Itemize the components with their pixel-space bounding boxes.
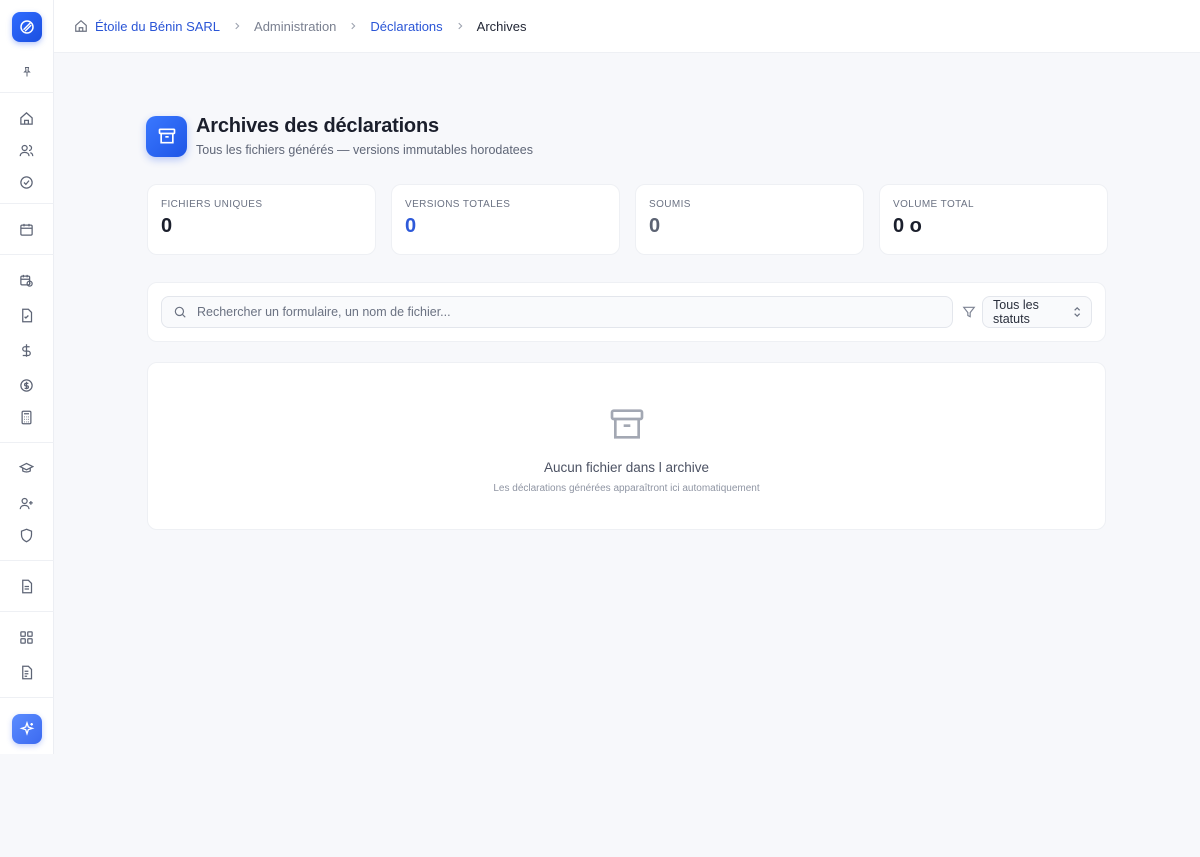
empty-state: Aucun fichier dans l archive Les déclara… [147, 362, 1106, 530]
sidebar-item-users[interactable] [11, 137, 43, 163]
stat-value: 0 [405, 215, 417, 237]
sidebar-item-reports[interactable] [11, 573, 43, 599]
document-icon [22, 579, 33, 593]
sidebar [0, 0, 54, 754]
sidebar-item-payments[interactable] [11, 372, 43, 398]
chevron-right-icon [348, 21, 358, 31]
pin-icon[interactable] [21, 62, 33, 82]
logo-icon [19, 20, 34, 34]
user-plus-icon [19, 497, 33, 509]
main-content: Archives des déclarations Tous les fichi… [54, 53, 1200, 857]
stat-label: VERSIONS TOTALES [405, 199, 511, 210]
breadcrumb-administration[interactable]: Administration [254, 19, 336, 34]
sparkles-icon [19, 721, 35, 736]
dollar-circle-icon [20, 378, 33, 392]
stat-card-submitted: SOUMIS 0 [635, 184, 864, 255]
dollar-icon [22, 343, 31, 357]
status-select-value: Tous les statuts [993, 298, 1039, 326]
calculator-icon [21, 410, 32, 424]
chevron-right-icon [232, 21, 242, 31]
archive-icon [146, 115, 187, 157]
sidebar-item-dashboard[interactable] [11, 624, 43, 650]
page-title: Archives des déclarations [196, 115, 439, 137]
stat-label: VOLUME TOTAL [893, 199, 974, 210]
shield-icon [20, 528, 33, 542]
stat-card-total-volume: VOLUME TOTAL 0 o [879, 184, 1108, 255]
topbar: Étoile du Bénin SARL Administration Décl… [54, 0, 1200, 53]
sidebar-item-schedule[interactable] [11, 267, 43, 293]
sidebar-item-calendar[interactable] [11, 216, 43, 242]
filter-icon [962, 305, 976, 319]
search-input[interactable] [197, 305, 937, 319]
file-text-icon [22, 665, 33, 679]
search-icon [174, 306, 186, 318]
search-box[interactable] [161, 296, 953, 328]
stat-value: 0 o [893, 215, 922, 237]
breadcrumb-current: Archives [476, 18, 527, 34]
stat-label: SOUMIS [649, 199, 691, 210]
status-select[interactable]: Tous les statuts [982, 296, 1092, 328]
filter-bar: Tous les statuts [147, 282, 1106, 342]
sidebar-item-training[interactable] [11, 455, 43, 481]
empty-subtitle: Les déclarations générées apparaîtront i… [493, 483, 760, 494]
chevron-updown-icon [1073, 306, 1080, 318]
calendar-clock-icon [20, 274, 33, 287]
check-circle-icon [20, 175, 33, 189]
sidebar-item-recruitment[interactable] [11, 490, 43, 516]
stat-card-total-versions: VERSIONS TOTALES 0 [391, 184, 620, 255]
archive-icon [607, 404, 647, 449]
sidebar-item-tasks[interactable] [11, 169, 43, 195]
file-check-icon [22, 308, 33, 322]
stat-value: 0 [161, 215, 173, 237]
users-icon [19, 144, 34, 156]
stat-value: 0 [649, 215, 661, 237]
sidebar-item-calculator[interactable] [11, 404, 43, 430]
home-icon[interactable] [74, 19, 88, 33]
app-logo[interactable] [11, 12, 42, 42]
stat-card-unique-files: FICHIERS UNIQUES 0 [147, 184, 376, 255]
stat-label: FICHIERS UNIQUES [161, 199, 263, 210]
ai-assistant-button[interactable] [12, 714, 42, 744]
graduation-cap-icon [19, 462, 34, 473]
breadcrumb: Étoile du Bénin SARL Administration Décl… [74, 19, 527, 34]
sidebar-item-home[interactable] [11, 105, 43, 131]
chevron-right-icon [455, 21, 465, 31]
sidebar-item-declarations[interactable] [11, 302, 43, 328]
grid-icon [20, 630, 33, 644]
empty-title: Aucun fichier dans l archive [543, 460, 710, 475]
breadcrumb-company[interactable]: Étoile du Bénin SARL [95, 19, 220, 34]
sidebar-item-security[interactable] [11, 522, 43, 548]
page-subtitle: Tous les fichiers générés — versions imm… [196, 143, 533, 157]
sidebar-item-documents[interactable] [11, 659, 43, 685]
home-icon [20, 111, 33, 125]
page-header: Archives des déclarations Tous les fichi… [146, 115, 533, 157]
stats-row: FICHIERS UNIQUES 0 VERSIONS TOTALES 0 SO… [147, 184, 1108, 255]
calendar-icon [20, 223, 33, 236]
sidebar-item-payroll[interactable] [11, 337, 43, 363]
breadcrumb-declarations[interactable]: Déclarations [370, 19, 442, 34]
